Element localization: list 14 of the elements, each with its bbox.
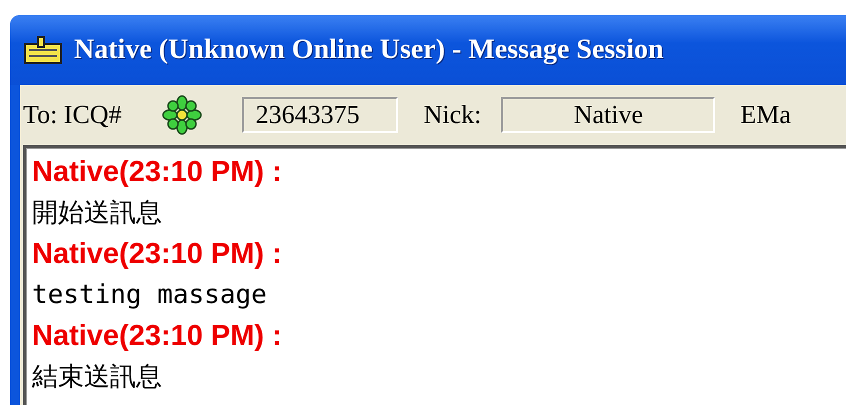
uin-field[interactable]: 23643375 [242, 97, 398, 133]
message-text: 開始送訊息 [32, 197, 163, 230]
nick-field[interactable]: Native [501, 97, 716, 133]
message-text: 結束送訊息 [32, 361, 163, 394]
nick-label: Nick: [424, 100, 482, 130]
to-label: To: ICQ# [23, 100, 122, 130]
message-sender: Native(23:10 PM) : [32, 155, 283, 190]
message-sender: Native(23:10 PM) : [32, 319, 283, 354]
app-icon [24, 36, 62, 64]
message-text: testing massage [32, 279, 268, 312]
flower-icon [162, 95, 202, 135]
message-sender: Native(23:10 PM) : [32, 237, 283, 272]
email-label: EMa [740, 100, 791, 130]
window-title: Native (Unknown Online User) - Message Session [74, 34, 664, 66]
